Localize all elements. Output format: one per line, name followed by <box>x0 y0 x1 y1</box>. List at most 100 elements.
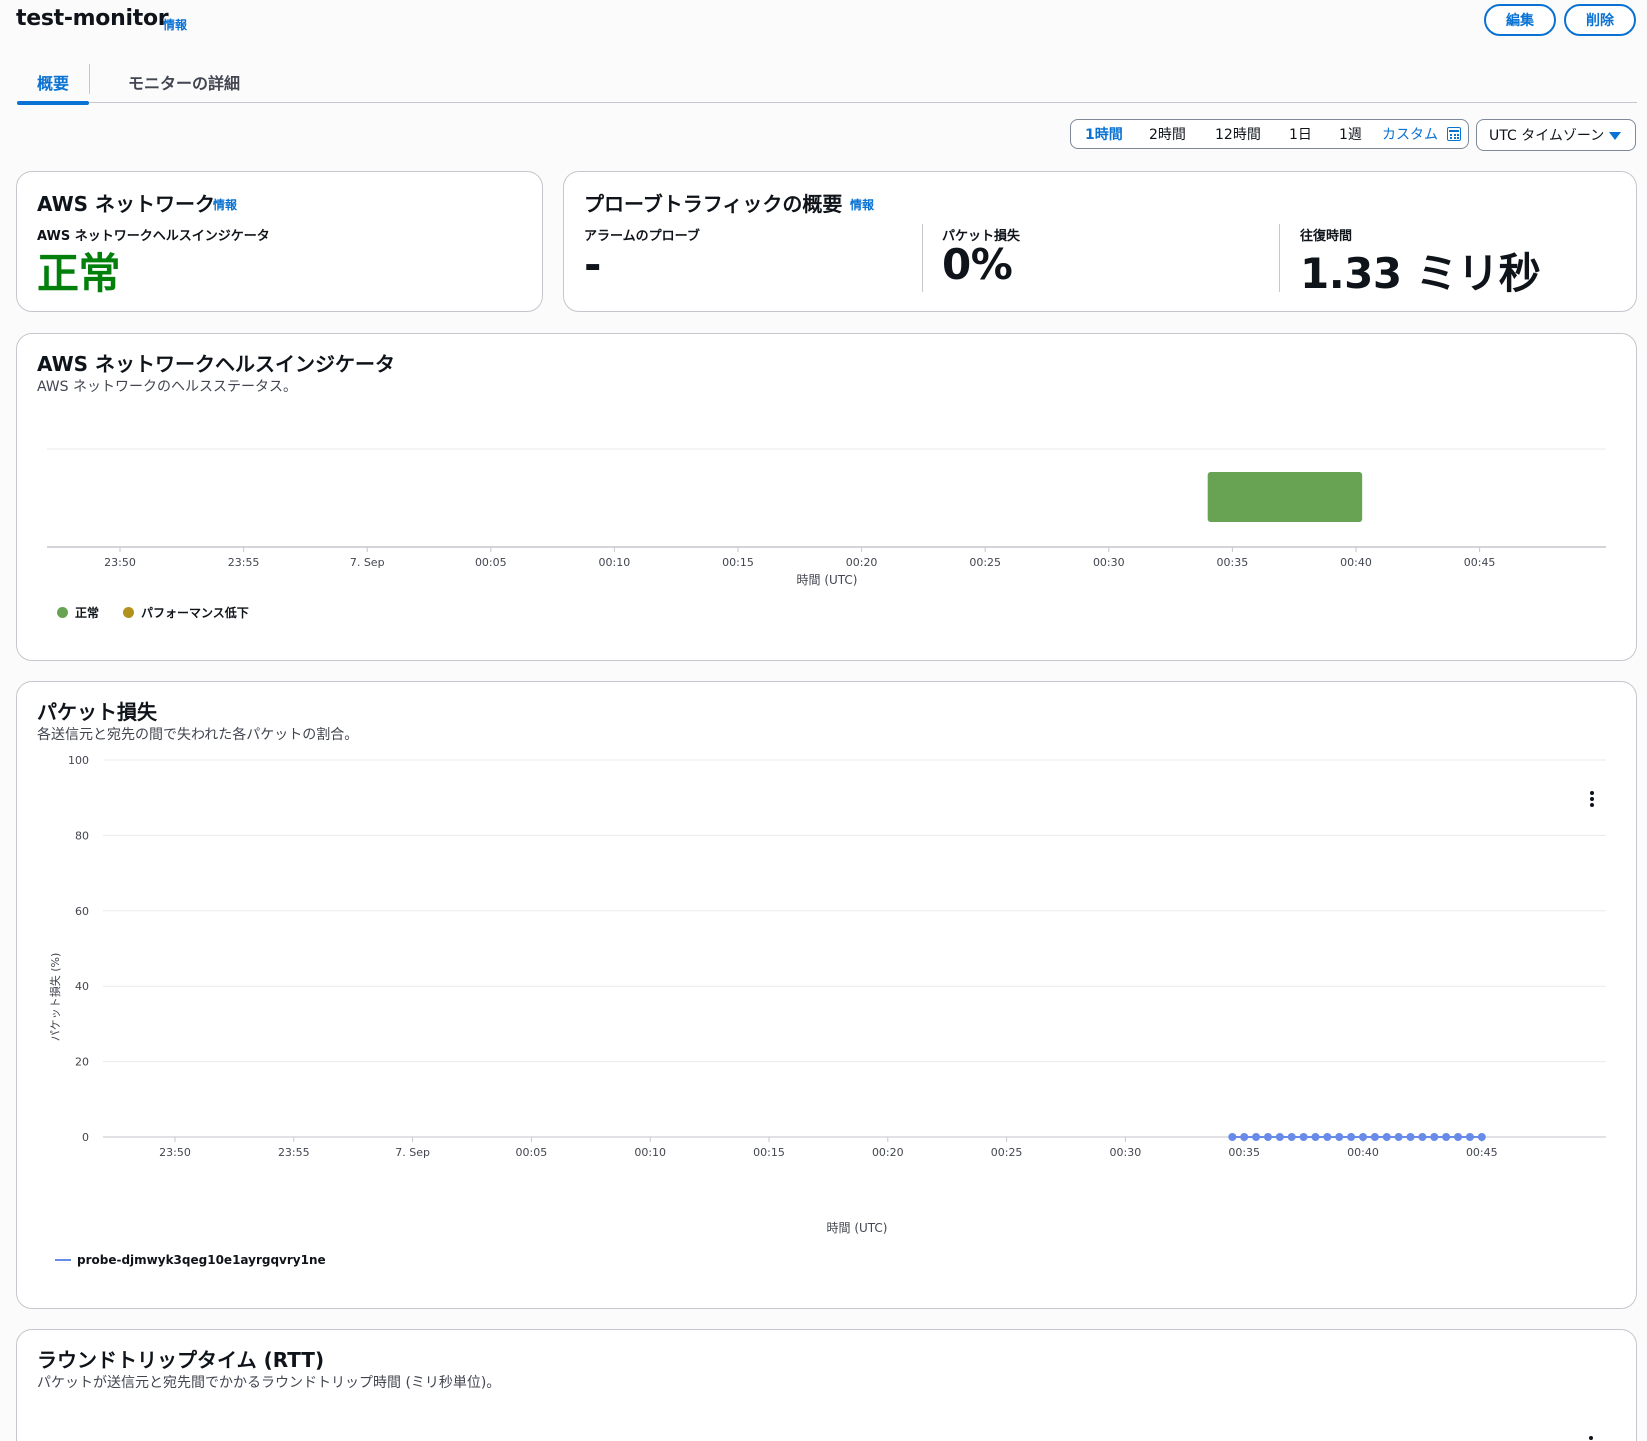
x-axis-label: 時間 (UTC) <box>797 573 858 587</box>
page-title: test-monitor <box>16 6 169 31</box>
alarm-probes-label: アラームのプローブ <box>584 229 700 244</box>
timezone-label: UTC タイムゾーン <box>1489 128 1605 144</box>
title-info-link[interactable]: 情報 <box>163 16 187 33</box>
time-range-selector: 1時間 2時間 12時間 1日 1週 カスタム <box>1070 119 1469 149</box>
tab-monitor-details[interactable]: モニターの詳細 <box>109 60 259 103</box>
more-vertical-icon[interactable] <box>1590 791 1594 807</box>
packet-loss-chart: 0 20 40 60 80 100 23:50 23:55 7. Sep 00:05 00:10 0… <box>48 754 1606 1235</box>
tab-overview[interactable]: 概要 <box>17 60 89 105</box>
x-tick-label: 00:40 <box>1347 1146 1379 1159</box>
data-point[interactable] <box>1418 1133 1427 1141</box>
range-option-1w[interactable]: 1週 <box>1339 120 1362 148</box>
x-tick-label: 00:05 <box>516 1146 548 1159</box>
data-point[interactable] <box>1382 1133 1391 1141</box>
more-vertical-icon[interactable] <box>1589 1436 1593 1440</box>
probe-traffic-info-link[interactable]: 情報 <box>850 196 874 213</box>
x-tick-label: 23:55 <box>228 556 260 569</box>
metric-divider <box>1279 224 1280 292</box>
range-option-2h[interactable]: 2時間 <box>1149 120 1186 148</box>
alarm-probes-value: - <box>584 240 601 289</box>
x-tick-label: 23:50 <box>104 556 136 569</box>
legend-dot <box>123 607 134 618</box>
x-tick-label: 00:45 <box>1466 1146 1498 1159</box>
caret-down-icon <box>1609 132 1621 140</box>
data-point[interactable] <box>1430 1133 1439 1141</box>
range-option-1d[interactable]: 1日 <box>1289 120 1312 148</box>
aws-network-info-link[interactable]: 情報 <box>213 196 237 213</box>
legend-label: probe-djmwyk3qeg10e1ayrgqvry1ne <box>77 1253 326 1267</box>
data-point[interactable] <box>1406 1133 1415 1141</box>
x-tick-label: 00:30 <box>1093 556 1125 569</box>
data-point[interactable] <box>1263 1133 1272 1141</box>
data-point[interactable] <box>1335 1133 1344 1141</box>
data-point[interactable] <box>1311 1133 1320 1141</box>
x-tick-label: 00:25 <box>969 556 1001 569</box>
data-point[interactable] <box>1477 1133 1486 1141</box>
aws-network-title: AWS ネットワーク <box>37 192 216 216</box>
data-point[interactable] <box>1323 1133 1332 1141</box>
x-tick-label: 23:50 <box>159 1146 191 1159</box>
x-tick-label: 00:45 <box>1464 556 1496 569</box>
legend-item-probe[interactable]: probe-djmwyk3qeg10e1ayrgqvry1ne <box>55 1253 326 1267</box>
x-tick-label: 00:35 <box>1228 1146 1260 1159</box>
x-tick-label: 00:20 <box>846 556 878 569</box>
x-tick-label: 00:05 <box>475 556 507 569</box>
tab-bar: 概要 モニターの詳細 <box>17 60 1637 105</box>
packet-loss-value: 0% <box>942 240 1013 289</box>
tab-divider <box>89 64 90 94</box>
x-axis-label: 時間 (UTC) <box>827 1221 888 1235</box>
legend-item-normal[interactable]: 正常 <box>57 604 99 621</box>
rtt-panel-title: ラウンドトリップタイム (RTT) <box>37 1348 325 1372</box>
probe-traffic-card: プローブトラフィックの概要 情報 アラームのプローブ - パケット損失 0% 往… <box>563 171 1637 312</box>
data-point[interactable] <box>1275 1133 1284 1141</box>
timezone-select[interactable]: UTC タイムゾーン <box>1476 119 1636 151</box>
rtt-panel-subtitle: パケットが送信元と宛先間でかかるラウンドトリップ時間 (ミリ秒単位)。 <box>37 1375 501 1391</box>
data-point[interactable] <box>1465 1133 1474 1141</box>
y-axis-label: パケット損失 (%) <box>48 953 62 1042</box>
x-tick-label: 00:10 <box>634 1146 666 1159</box>
data-point[interactable] <box>1252 1133 1261 1141</box>
edit-button[interactable]: 編集 <box>1484 4 1556 36</box>
x-tick-label: 00:25 <box>991 1146 1023 1159</box>
x-tick-label: 00:15 <box>722 556 754 569</box>
data-point[interactable] <box>1240 1133 1249 1141</box>
data-point[interactable] <box>1370 1133 1379 1141</box>
legend-dot <box>57 607 68 618</box>
health-indicator-panel: AWS ネットワークヘルスインジケータ AWS ネットワークのヘルスステータス。… <box>16 333 1637 661</box>
rtt-value: 1.33 ミリ秒 <box>1300 249 1541 298</box>
data-point[interactable] <box>1228 1133 1237 1141</box>
probe-traffic-title: プローブトラフィックの概要 <box>584 192 843 216</box>
y-tick-label: 40 <box>75 980 89 993</box>
x-tick-label: 7. Sep <box>395 1146 430 1159</box>
health-indicator-value: 正常 <box>37 249 121 298</box>
y-tick-label: 100 <box>68 754 89 767</box>
y-tick-label: 0 <box>82 1131 89 1144</box>
legend-item-degraded[interactable]: パフォーマンス低下 <box>123 604 249 621</box>
calendar-icon[interactable] <box>1447 127 1461 141</box>
x-tick-label: 00:30 <box>1110 1146 1142 1159</box>
range-option-12h[interactable]: 12時間 <box>1215 120 1261 148</box>
range-option-custom[interactable]: カスタム <box>1382 120 1438 148</box>
y-tick-label: 60 <box>75 905 89 918</box>
data-point[interactable] <box>1442 1133 1451 1141</box>
data-point[interactable] <box>1287 1133 1296 1141</box>
y-tick-label: 80 <box>75 829 89 842</box>
data-point[interactable] <box>1394 1133 1403 1141</box>
x-tick-label: 00:40 <box>1340 556 1372 569</box>
x-tick-label: 00:20 <box>872 1146 904 1159</box>
legend-label: パフォーマンス低下 <box>141 606 249 620</box>
data-point[interactable] <box>1347 1133 1356 1141</box>
packet-loss-panel: パケット損失 各送信元と宛先の間で失われた各パケットの割合。 0 20 40 60 80… <box>16 681 1637 1309</box>
data-point[interactable] <box>1454 1133 1463 1141</box>
legend-line <box>55 1259 71 1261</box>
data-point[interactable] <box>1299 1133 1308 1141</box>
range-option-1h[interactable]: 1時間 <box>1085 120 1123 148</box>
delete-button[interactable]: 削除 <box>1564 4 1636 36</box>
legend-label: 正常 <box>75 606 100 620</box>
aws-network-card: AWS ネットワーク 情報 AWS ネットワークヘルスインジケータ 正常 <box>16 171 543 312</box>
health-chart: 23:50 23:55 7. Sep 00:05 00:10 00:15 00:20 00:2… <box>47 448 1606 587</box>
health-status-bar[interactable] <box>1207 472 1363 522</box>
x-tick-label: 7. Sep <box>350 556 385 569</box>
x-tick-label: 00:35 <box>1217 556 1249 569</box>
data-point[interactable] <box>1359 1133 1367 1141</box>
